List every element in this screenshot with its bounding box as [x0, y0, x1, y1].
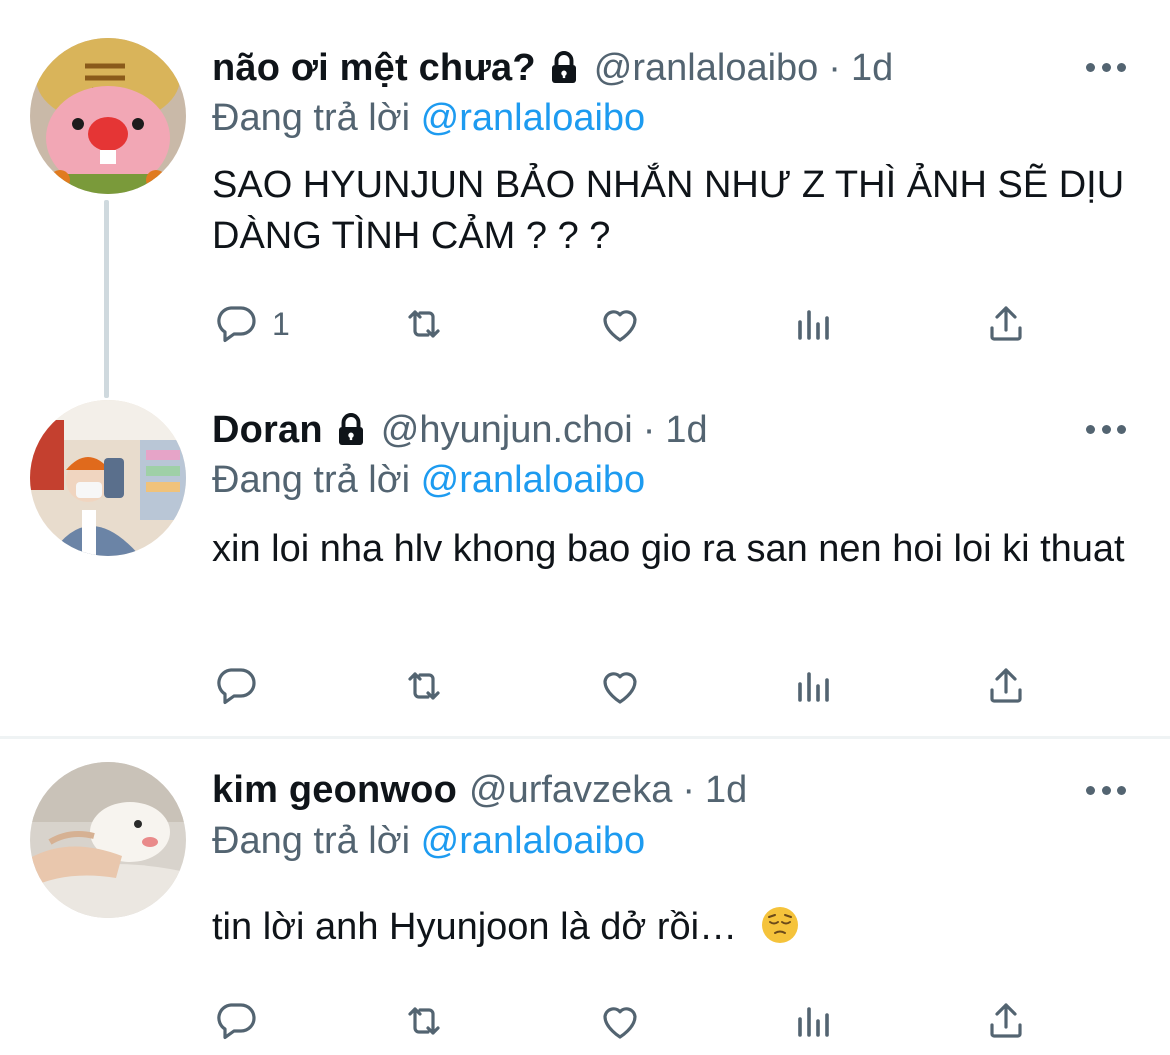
avatar[interactable]: [30, 38, 186, 194]
share-upload-icon: [990, 306, 1022, 341]
share-button[interactable]: [982, 298, 1030, 350]
reply-button[interactable]: [212, 660, 272, 712]
timestamp[interactable]: 1d: [851, 43, 893, 93]
timestamp[interactable]: 1d: [705, 765, 747, 815]
retweet-button[interactable]: [400, 660, 448, 712]
bar-chart-icon: [798, 310, 829, 340]
separator-dot: ·: [682, 769, 695, 811]
action-bar: 1: [212, 298, 1042, 350]
tweet-header: Doran @hyunjun.choi · 1d: [212, 405, 708, 455]
avatar[interactable]: [30, 762, 186, 918]
heart-outline-icon: [603, 310, 637, 342]
lock-icon: [546, 48, 582, 88]
reply-button[interactable]: [212, 995, 272, 1047]
replying-to-label: Đang trả lời: [212, 459, 411, 501]
user-handle[interactable]: @ranlaloaibo: [594, 43, 819, 93]
pensive-face-emoji-icon: [760, 905, 800, 945]
tweet[interactable]: Doran @hyunjun.choi · 1d Đang trả lời @r…: [0, 392, 1170, 736]
more-dots-icon[interactable]: [1086, 423, 1126, 435]
views-button[interactable]: [790, 995, 838, 1047]
display-name[interactable]: Doran: [212, 405, 323, 455]
tweet-header: kim geonwoo @urfavzeka · 1d: [212, 765, 747, 815]
tweet-text-container: tin lời anh Hyunjoon là dở rồi…: [212, 902, 1132, 953]
timestamp[interactable]: 1d: [665, 405, 707, 455]
user-handle[interactable]: @hyunjun.choi: [381, 405, 633, 455]
share-upload-icon: [990, 668, 1022, 703]
user-handle[interactable]: @urfavzeka: [469, 765, 672, 815]
retweet-arrows-icon: [408, 672, 440, 700]
separator-dot: ·: [642, 409, 656, 451]
tweet-divider: [0, 736, 1170, 739]
speech-bubble-icon: [217, 1003, 256, 1039]
like-button[interactable]: [596, 995, 644, 1047]
reply-button[interactable]: 1: [212, 298, 290, 350]
replying-to: Đang trả lời @ranlaloaibo: [212, 94, 645, 142]
like-button[interactable]: [596, 660, 644, 712]
action-bar: [212, 995, 1042, 1047]
tweet-text: SAO HYUNJUN BẢO NHẮN NHƯ Z THÌ ẢNH SẼ DỊ…: [212, 164, 1125, 257]
tweet[interactable]: não ơi mệt chưa? @ranlaloaibo · 1d Đang …: [0, 0, 1170, 392]
tweet[interactable]: kim geonwoo @urfavzeka · 1d Đang trả lời…: [0, 740, 1170, 1055]
like-button[interactable]: [596, 298, 644, 350]
speech-bubble-icon: [217, 668, 256, 704]
views-button[interactable]: [790, 660, 838, 712]
retweet-arrows-icon: [408, 310, 440, 338]
speech-bubble-icon: [217, 306, 256, 342]
conversation-thread: não ơi mệt chưa? @ranlaloaibo · 1d Đang …: [0, 0, 1170, 1055]
tweet-header: não ơi mệt chưa? @ranlaloaibo · 1d: [212, 43, 893, 93]
retweet-arrows-icon: [408, 1007, 440, 1035]
retweet-button[interactable]: [400, 995, 448, 1047]
mention-link[interactable]: @ranlaloaibo: [421, 97, 646, 139]
replying-to-label: Đang trả lời: [212, 820, 411, 862]
more-dots-icon[interactable]: [1086, 61, 1126, 73]
action-bar: [212, 660, 1042, 712]
tweet-text: tin lời anh Hyunjoon là dở rồi…: [212, 906, 738, 948]
retweet-button[interactable]: [400, 298, 448, 350]
heart-outline-icon: [603, 1007, 637, 1039]
share-button[interactable]: [982, 660, 1030, 712]
reply-count: 1: [272, 305, 290, 342]
avatar[interactable]: [30, 400, 186, 556]
separator-dot: ·: [828, 47, 841, 89]
views-button[interactable]: [790, 298, 838, 350]
replying-to: Đang trả lời @ranlaloaibo: [212, 456, 645, 504]
more-dots-icon[interactable]: [1086, 784, 1126, 796]
replying-to-label: Đang trả lời: [212, 97, 411, 139]
lock-icon: [333, 410, 369, 450]
display-name[interactable]: não ơi mệt chưa?: [212, 43, 536, 93]
mention-link[interactable]: @ranlaloaibo: [421, 820, 646, 862]
bar-chart-icon: [798, 672, 829, 702]
heart-outline-icon: [603, 672, 637, 704]
display-name[interactable]: kim geonwoo: [212, 765, 457, 815]
share-button[interactable]: [982, 995, 1030, 1047]
bar-chart-icon: [798, 1007, 829, 1037]
share-upload-icon: [990, 1003, 1022, 1038]
tweet-text: xin loi nha hlv khong bao gio ra san nen…: [212, 528, 1125, 570]
replying-to: Đang trả lời @ranlaloaibo: [212, 817, 645, 865]
mention-link[interactable]: @ranlaloaibo: [421, 459, 646, 501]
